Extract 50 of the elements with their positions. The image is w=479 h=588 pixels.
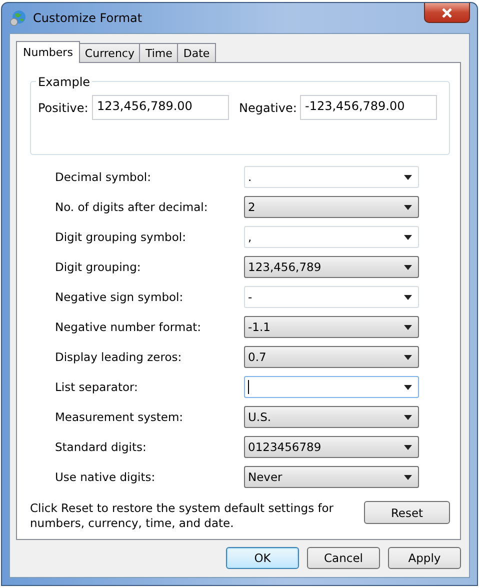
dropdown[interactable]: 0123456789 xyxy=(244,436,419,458)
tab[interactable]: Time xyxy=(139,43,178,62)
dropdown[interactable]: 0.7 xyxy=(244,346,419,368)
dropdown[interactable]: Never xyxy=(244,466,419,488)
globe-icon xyxy=(9,9,27,27)
dropdown-arrow-icon xyxy=(404,414,412,420)
combo-box[interactable]: . xyxy=(244,166,419,188)
dialog-button[interactable]: Apply xyxy=(388,547,461,569)
dropdown-arrow-icon xyxy=(404,354,412,360)
reset-note: Click Reset to restore the system default settings for numbers, currency, time, and date. xyxy=(30,501,335,531)
positive-field: 123,456,789.00 xyxy=(92,95,229,120)
reset-button[interactable]: Reset xyxy=(364,501,450,524)
dialog-button[interactable]: Cancel xyxy=(307,547,380,569)
negative-field: -123,456,789.00 xyxy=(300,95,437,120)
tab[interactable]: Numbers xyxy=(16,41,80,63)
setting-label: Display leading zeros: xyxy=(55,350,183,364)
dialog-button[interactable]: OK xyxy=(226,547,299,569)
close-button[interactable] xyxy=(424,3,470,23)
dropdown-arrow-icon xyxy=(404,264,412,270)
combo-box[interactable]: - xyxy=(244,286,419,308)
dropdown[interactable]: 2 xyxy=(244,196,419,218)
field-label: Negative: xyxy=(239,100,298,114)
group-title: Example xyxy=(36,75,92,89)
dropdown[interactable]: -1.1 xyxy=(244,316,419,338)
dropdown[interactable]: 123,456,789 xyxy=(244,256,419,278)
dropdown-arrow-icon xyxy=(404,294,412,300)
setting-label: Digit grouping symbol: xyxy=(55,230,187,244)
setting-label: Use native digits: xyxy=(55,470,156,484)
combo-box[interactable]: , xyxy=(244,226,419,248)
tab[interactable]: Currency xyxy=(78,43,140,62)
setting-label: Decimal symbol: xyxy=(55,170,152,184)
dropdown-arrow-icon xyxy=(404,444,412,450)
dropdown[interactable]: U.S. xyxy=(244,406,419,428)
setting-label: Digit grouping: xyxy=(55,260,142,274)
dropdown-arrow-icon xyxy=(404,174,412,180)
dropdown-arrow-icon xyxy=(404,474,412,480)
setting-label: Negative sign symbol: xyxy=(55,290,184,304)
setting-label: Standard digits: xyxy=(55,440,148,454)
setting-label: Negative number format: xyxy=(55,320,202,334)
tab[interactable]: Date xyxy=(177,43,216,62)
setting-label: Measurement system: xyxy=(55,410,184,424)
dropdown-arrow-icon xyxy=(404,384,412,390)
dropdown-arrow-icon xyxy=(404,234,412,240)
dropdown-arrow-icon xyxy=(404,324,412,330)
close-icon xyxy=(441,8,453,18)
dropdown-arrow-icon xyxy=(404,204,412,210)
field-label: Positive: xyxy=(38,100,90,114)
window-title: Customize Format xyxy=(33,11,144,25)
setting-label: List separator: xyxy=(55,380,139,394)
setting-label: No. of digits after decimal: xyxy=(55,200,209,214)
